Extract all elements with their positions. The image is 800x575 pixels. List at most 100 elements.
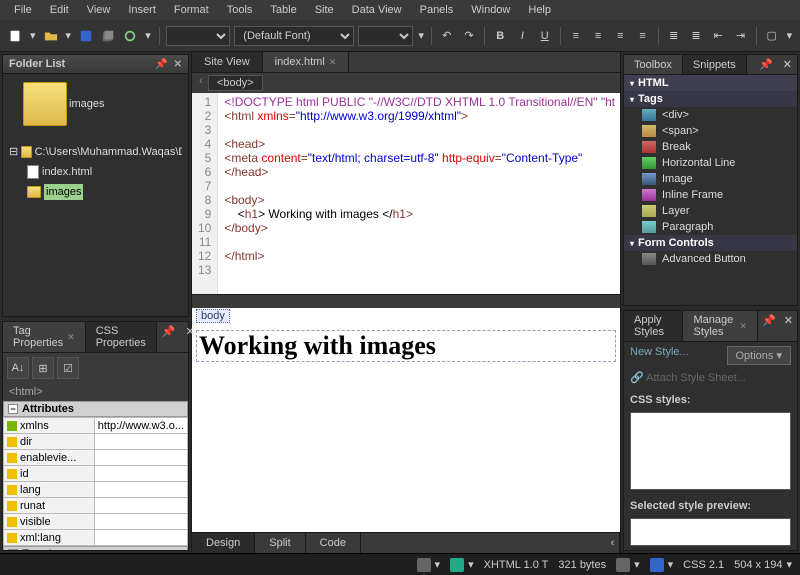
- attr-row[interactable]: visible: [4, 514, 188, 530]
- redo-icon[interactable]: ↷: [460, 26, 478, 46]
- toolbox-section-form[interactable]: ▾Form Controls: [624, 235, 797, 251]
- toolbox-item-paragraph[interactable]: Paragraph: [624, 219, 797, 235]
- list-number-icon[interactable]: ≣: [687, 26, 705, 46]
- breadcrumb-body[interactable]: <body>: [208, 75, 263, 91]
- menu-file[interactable]: File: [6, 2, 40, 18]
- align-center-icon[interactable]: ≡: [589, 26, 607, 46]
- view-design[interactable]: Design: [192, 533, 255, 553]
- breadcrumb-left-icon[interactable]: ‹: [196, 75, 206, 91]
- menu-table[interactable]: Table: [262, 2, 304, 18]
- close-icon[interactable]: ✕: [174, 59, 182, 70]
- folder-row-images[interactable]: images: [9, 182, 182, 202]
- list-bullet-icon[interactable]: ≣: [665, 26, 683, 46]
- attr-row[interactable]: enablevie...: [4, 450, 188, 466]
- expand-icon[interactable]: ⊟: [9, 144, 18, 160]
- view-split[interactable]: Split: [255, 533, 305, 553]
- attr-row[interactable]: runat: [4, 498, 188, 514]
- tab-snippets[interactable]: Snippets: [683, 55, 747, 74]
- dropdown-icon[interactable]: ▾: [28, 26, 37, 46]
- new-style-link[interactable]: New Style...: [630, 346, 689, 358]
- status-compat[interactable]: ▾: [616, 558, 640, 572]
- toolbox-item-image[interactable]: Image: [624, 171, 797, 187]
- tab-apply-styles[interactable]: Apply Styles: [624, 311, 683, 341]
- tab-tag-properties[interactable]: Tag Properties✕: [3, 322, 86, 352]
- status-dimensions[interactable]: 504 x 194 ▾: [734, 558, 792, 571]
- horizontal-scrollbar[interactable]: [192, 294, 620, 308]
- menu-site[interactable]: Site: [307, 2, 342, 18]
- toolbox-item-break[interactable]: Break: [624, 139, 797, 155]
- align-justify-icon[interactable]: ≡: [633, 26, 651, 46]
- toolbox-item-advanced-button[interactable]: Advanced Button: [624, 251, 797, 267]
- menu-edit[interactable]: Edit: [42, 2, 77, 18]
- dropdown-icon[interactable]: ▾: [417, 26, 424, 46]
- attr-row[interactable]: lang: [4, 482, 188, 498]
- bold-icon[interactable]: B: [491, 26, 509, 46]
- italic-icon[interactable]: I: [513, 26, 531, 46]
- dropdown-icon[interactable]: ▾: [64, 26, 73, 46]
- collapse-icon[interactable]: −: [8, 404, 18, 414]
- open-folder-icon[interactable]: [41, 26, 59, 46]
- size-select[interactable]: [358, 26, 414, 46]
- preview-bc-body[interactable]: body: [196, 309, 230, 323]
- border-icon[interactable]: ▢: [763, 26, 781, 46]
- close-icon[interactable]: ✕: [780, 311, 797, 341]
- status-css-schema[interactable]: ▾: [650, 558, 674, 572]
- pin-icon[interactable]: 📌: [155, 59, 167, 70]
- undo-icon[interactable]: ↶: [438, 26, 456, 46]
- status-visual-aids[interactable]: ▾: [417, 558, 441, 572]
- toolbox-item-iframe[interactable]: Inline Frame: [624, 187, 797, 203]
- attr-row[interactable]: xml:lang: [4, 530, 188, 546]
- toolbox-item-layer[interactable]: Layer: [624, 203, 797, 219]
- tab-manage-styles[interactable]: Manage Styles✕: [683, 311, 758, 341]
- align-left-icon[interactable]: ≡: [567, 26, 585, 46]
- sort-cat-icon[interactable]: ⊞: [32, 357, 54, 379]
- site-root-row[interactable]: ⊟ C:\Users\Muhammad.Waqas\Documents\M: [9, 142, 182, 162]
- chevron-left-icon[interactable]: ‹: [606, 533, 620, 553]
- font-select[interactable]: (Default Font): [234, 26, 354, 46]
- close-icon[interactable]: ✕: [67, 332, 75, 343]
- pin-icon[interactable]: 📌: [758, 311, 780, 341]
- save-icon[interactable]: [77, 26, 95, 46]
- attr-row[interactable]: xmlnshttp://www.w3.o...: [4, 418, 188, 434]
- menu-tools[interactable]: Tools: [219, 2, 261, 18]
- attributes-section-header[interactable]: − Attributes: [3, 401, 188, 417]
- indent-icon[interactable]: ⇥: [731, 26, 749, 46]
- toolbox-section-tags[interactable]: ▾Tags: [624, 91, 797, 107]
- view-code[interactable]: Code: [306, 533, 361, 553]
- toolbox-item-span[interactable]: <span>: [624, 123, 797, 139]
- close-icon[interactable]: ✕: [740, 321, 748, 332]
- menu-help[interactable]: Help: [520, 2, 559, 18]
- status-doctype[interactable]: XHTML 1.0 T: [484, 559, 549, 571]
- show-set-icon[interactable]: ☑: [57, 357, 79, 379]
- tab-toolbox[interactable]: Toolbox: [624, 55, 683, 74]
- style-select[interactable]: [166, 26, 231, 46]
- menu-window[interactable]: Window: [463, 2, 518, 18]
- toolbox-item-hr[interactable]: Horizontal Line: [624, 155, 797, 171]
- preview-h1[interactable]: Working with images: [196, 330, 616, 362]
- events-section-header[interactable]: − Events: [3, 546, 188, 550]
- folder-tree[interactable]: images ⊟ C:\Users\Muhammad.Waqas\Documen…: [3, 74, 188, 316]
- menu-panels[interactable]: Panels: [412, 2, 462, 18]
- file-row-index[interactable]: index.html: [9, 162, 182, 182]
- underline-icon[interactable]: U: [536, 26, 554, 46]
- pin-icon[interactable]: 📌: [754, 55, 778, 74]
- tab-site-view[interactable]: Site View: [192, 52, 263, 72]
- close-icon[interactable]: ✕: [329, 57, 337, 68]
- code-editor[interactable]: 12345678910111213 <!DOCTYPE html PUBLIC …: [192, 93, 620, 294]
- toolbox-section-html[interactable]: ▾HTML: [624, 75, 797, 91]
- collapse-icon[interactable]: −: [8, 549, 18, 550]
- dropdown-icon[interactable]: ▾: [785, 26, 794, 46]
- outdent-icon[interactable]: ⇤: [709, 26, 727, 46]
- css-styles-list[interactable]: [630, 412, 791, 490]
- status-schema[interactable]: ▾: [450, 558, 474, 572]
- tab-css-properties[interactable]: CSS Properties: [86, 322, 157, 352]
- preview-icon[interactable]: [121, 26, 139, 46]
- new-file-icon[interactable]: [6, 26, 24, 46]
- dropdown-icon[interactable]: ▾: [144, 26, 153, 46]
- attr-row[interactable]: dir: [4, 434, 188, 450]
- menu-dataview[interactable]: Data View: [344, 2, 410, 18]
- menu-format[interactable]: Format: [166, 2, 217, 18]
- options-button[interactable]: Options ▾: [727, 346, 792, 365]
- status-css-version[interactable]: CSS 2.1: [683, 559, 724, 571]
- align-right-icon[interactable]: ≡: [611, 26, 629, 46]
